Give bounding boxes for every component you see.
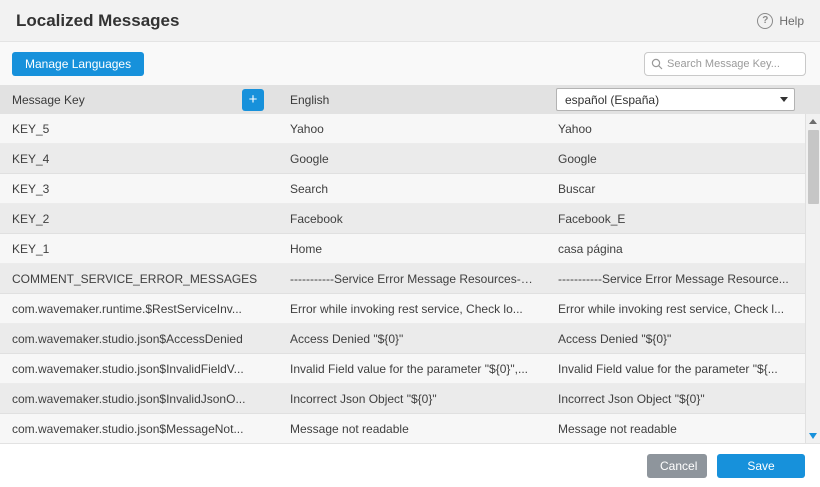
cell-english[interactable]: Invalid Field value for the parameter "$… — [278, 362, 546, 376]
cell-english[interactable]: Facebook — [278, 212, 546, 226]
triangle-down-icon — [809, 433, 817, 439]
cell-message-key: KEY_4 — [0, 152, 278, 166]
search-icon — [651, 58, 663, 70]
cell-message-key: COMMENT_SERVICE_ERROR_MESSAGES — [0, 272, 278, 286]
language-select-wrap: español (España) — [556, 88, 795, 111]
scrollbar-thumb[interactable] — [808, 130, 819, 204]
cancel-button[interactable]: Cancel — [647, 454, 707, 478]
table-row[interactable]: com.wavemaker.studio.json$MessageNot... … — [0, 414, 805, 443]
cell-translation[interactable]: Message not readable — [546, 422, 805, 436]
search-box[interactable] — [644, 52, 806, 76]
help-label: Help — [779, 14, 804, 28]
cell-message-key: com.wavemaker.studio.json$InvalidFieldV.… — [0, 362, 278, 376]
cell-translation[interactable]: Access Denied "${0}" — [546, 332, 805, 346]
cell-translation[interactable]: Yahoo — [546, 122, 805, 136]
table-row[interactable]: com.wavemaker.studio.json$AccessDenied A… — [0, 324, 805, 354]
page-title: Localized Messages — [16, 11, 179, 31]
cell-message-key: com.wavemaker.runtime.$RestServiceInv... — [0, 302, 278, 316]
search-input[interactable] — [667, 58, 799, 70]
cell-english[interactable]: Search — [278, 182, 546, 196]
cell-translation[interactable]: Google — [546, 152, 805, 166]
table-row[interactable]: com.wavemaker.runtime.$RestServiceInv...… — [0, 294, 805, 324]
cell-english[interactable]: Google — [278, 152, 546, 166]
cell-english[interactable]: Access Denied "${0}" — [278, 332, 546, 346]
table-row[interactable]: com.wavemaker.studio.json$InvalidFieldV.… — [0, 354, 805, 384]
message-key-header-label: Message Key — [12, 93, 85, 107]
localized-messages-dialog: Localized Messages ? Help Manage Languag… — [0, 0, 820, 487]
column-header-message-key: Message Key + — [0, 89, 278, 111]
plus-icon: + — [249, 90, 258, 110]
cell-translation[interactable]: Error while invoking rest service, Check… — [546, 302, 805, 316]
cell-english[interactable]: -----------Service Error Message Resourc… — [278, 272, 546, 286]
column-header-language: español (España) — [546, 88, 805, 111]
cell-english[interactable]: Incorrect Json Object "${0}" — [278, 392, 546, 406]
cell-english[interactable]: Home — [278, 242, 546, 256]
cell-message-key: com.wavemaker.studio.json$AccessDenied — [0, 332, 278, 346]
vertical-scrollbar[interactable] — [805, 114, 820, 443]
help-link[interactable]: ? Help — [757, 13, 804, 29]
cell-english[interactable]: Yahoo — [278, 122, 546, 136]
cell-message-key: KEY_3 — [0, 182, 278, 196]
triangle-up-icon — [809, 119, 817, 124]
title-bar: Localized Messages ? Help — [0, 0, 820, 42]
english-header-label: English — [290, 93, 329, 107]
table-row[interactable]: KEY_2 Facebook Facebook_E — [0, 204, 805, 234]
table-body-wrap: KEY_5 Yahoo Yahoo KEY_4 Google Google KE… — [0, 114, 820, 443]
table-header: Message Key + English español (España) — [0, 85, 820, 114]
table-row[interactable]: KEY_3 Search Buscar — [0, 174, 805, 204]
scrollbar-down-arrow[interactable] — [806, 428, 820, 443]
scrollbar-up-arrow[interactable] — [806, 114, 820, 129]
cell-message-key: KEY_5 — [0, 122, 278, 136]
table-row[interactable]: COMMENT_SERVICE_ERROR_MESSAGES ---------… — [0, 264, 805, 294]
toolbar: Manage Languages — [0, 42, 820, 85]
messages-table: Message Key + English español (España) K… — [0, 85, 820, 443]
cell-translation[interactable]: Facebook_E — [546, 212, 805, 226]
table-body: KEY_5 Yahoo Yahoo KEY_4 Google Google KE… — [0, 114, 805, 443]
column-header-english: English — [278, 93, 546, 107]
add-message-key-button[interactable]: + — [242, 89, 264, 111]
table-row[interactable]: KEY_1 Home casa página — [0, 234, 805, 264]
cell-translation[interactable]: -----------Service Error Message Resourc… — [546, 272, 805, 286]
footer-actions: Cancel Save — [0, 443, 820, 487]
cell-english[interactable]: Message not readable — [278, 422, 546, 436]
table-row[interactable]: KEY_5 Yahoo Yahoo — [0, 114, 805, 144]
cell-translation[interactable]: Incorrect Json Object "${0}" — [546, 392, 805, 406]
cell-message-key: com.wavemaker.studio.json$InvalidJsonO..… — [0, 392, 278, 406]
table-row[interactable]: com.wavemaker.studio.json$InvalidJsonO..… — [0, 384, 805, 414]
table-row[interactable]: KEY_4 Google Google — [0, 144, 805, 174]
language-select[interactable]: español (España) — [556, 88, 795, 111]
save-button[interactable]: Save — [717, 454, 805, 478]
cell-translation[interactable]: casa página — [546, 242, 805, 256]
cell-message-key: KEY_2 — [0, 212, 278, 226]
cell-translation[interactable]: Invalid Field value for the parameter "$… — [546, 362, 805, 376]
cell-message-key: com.wavemaker.studio.json$MessageNot... — [0, 422, 278, 436]
cell-message-key: KEY_1 — [0, 242, 278, 256]
cell-translation[interactable]: Buscar — [546, 182, 805, 196]
cell-english[interactable]: Error while invoking rest service, Check… — [278, 302, 546, 316]
manage-languages-button[interactable]: Manage Languages — [12, 52, 144, 76]
help-question-icon: ? — [757, 13, 773, 29]
